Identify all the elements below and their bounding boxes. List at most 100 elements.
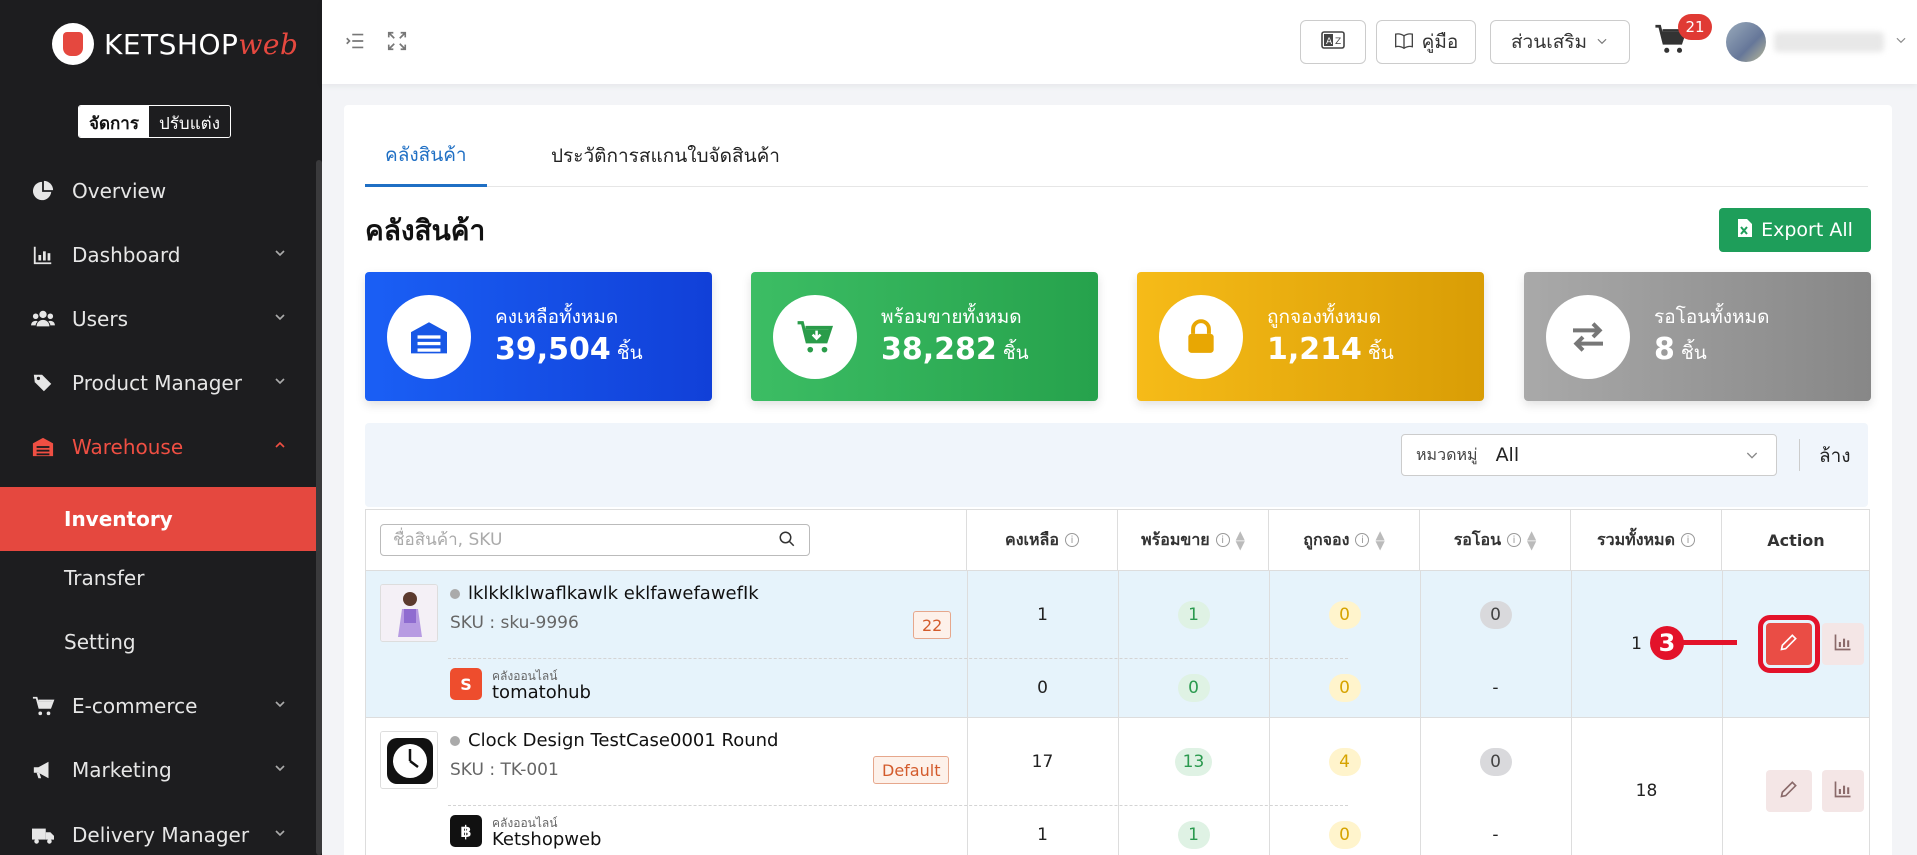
warehouse-icon: [30, 434, 56, 460]
product-name[interactable]: lklkklklwaflkawlk eklfawefawefIk: [450, 583, 759, 604]
sidebar-scrollbar[interactable]: [316, 160, 322, 855]
mode-customize-button[interactable]: ปรับแต่ง: [148, 106, 230, 137]
fullscreen-icon[interactable]: [386, 30, 410, 54]
cart-count-badge: 21: [1678, 14, 1712, 40]
username-blurred[interactable]: [1774, 32, 1884, 52]
collapse-menu-icon[interactable]: [344, 30, 368, 54]
column-header-action: Action: [1722, 510, 1870, 570]
sidebar-subitem-transfer[interactable]: Transfer: [0, 546, 316, 610]
info-icon[interactable]: i: [1064, 533, 1079, 547]
stat-label: พร้อมขายทั้งหมด: [881, 306, 1022, 328]
sidebar-item-ecommerce[interactable]: E-commerce: [0, 674, 316, 738]
pie-chart-icon: [30, 178, 56, 204]
chevron-down-icon: [272, 245, 290, 263]
stat-label: ถูกจองทั้งหมด: [1267, 306, 1382, 328]
inventory-table: คงเหลือi พร้อมขายi▲▼ ถูกจองi▲▼ รอโอนi▲▼ …: [365, 509, 1870, 855]
product-thumbnail[interactable]: [380, 584, 438, 642]
sidebar-item-label: Product Manager: [72, 371, 242, 395]
chevron-down-icon: [272, 760, 290, 778]
truck-icon: [30, 822, 56, 848]
column-header-reserved[interactable]: ถูกจอง i ▲ ▼: [1269, 510, 1420, 570]
translate-icon: AZ: [1321, 30, 1345, 54]
bar-chart-icon: [1833, 632, 1853, 656]
tag-icon: [30, 370, 56, 396]
cell-ready: 1: [1177, 600, 1210, 629]
cell-reserved: 0: [1328, 600, 1361, 629]
tab-bar: คลังสินค้า ประวัติการสแกนใบจัดสินค้า: [365, 125, 1868, 187]
divider: [1118, 570, 1119, 855]
page-title: คลังสินค้า: [365, 214, 486, 247]
mode-manage-button[interactable]: จัดการ: [79, 106, 149, 137]
stats-button[interactable]: [1822, 770, 1864, 812]
info-icon[interactable]: i: [1680, 533, 1695, 547]
sort-icon[interactable]: ▲ ▼: [1236, 529, 1245, 551]
pencil-icon: [1779, 779, 1799, 803]
product-thumbnail[interactable]: [380, 731, 438, 789]
cell-ready: 0: [1177, 673, 1210, 702]
column-label: Action: [1767, 530, 1825, 550]
chevron-down-icon: [272, 373, 290, 391]
sidebar-item-product-manager[interactable]: Product Manager: [0, 351, 316, 415]
clear-filter-button[interactable]: ล้าง: [1819, 441, 1851, 471]
stat-value: 38,282: [881, 332, 997, 367]
sidebar-item-overview[interactable]: Overview: [0, 159, 316, 223]
users-icon: [30, 306, 56, 332]
stat-value: 39,504: [495, 332, 611, 367]
inventory-card: คลังสินค้า ประวัติการสแกนใบจัดสินค้า คลั…: [344, 105, 1892, 855]
sidebar-item-marketing[interactable]: Marketing: [0, 738, 316, 802]
cell-reserved: 0: [1328, 820, 1361, 849]
language-button[interactable]: AZ: [1300, 20, 1366, 64]
search-icon[interactable]: [778, 530, 798, 550]
sidebar-item-label: Delivery Manager: [72, 823, 250, 847]
edit-button[interactable]: [1758, 615, 1820, 673]
category-value: All: [1495, 444, 1520, 466]
stat-unit: ชิ้น: [1680, 342, 1707, 364]
column-label: รวมทั้งหมด: [1597, 529, 1675, 549]
product-name[interactable]: Clock Design TestCase0001 Round: [450, 730, 778, 751]
chevron-down-icon: [272, 825, 290, 843]
cell-ready: 1: [1177, 820, 1210, 849]
stat-card-pending-transfer: รอโอนทั้งหมด 8 ชิ้น: [1524, 272, 1871, 401]
chevron-down-icon[interactable]: [1894, 32, 1912, 50]
sidebar-subitem-setting[interactable]: Setting: [0, 610, 316, 674]
category-label: หมวดหมู่: [1416, 444, 1478, 464]
sidebar-item-warehouse[interactable]: Warehouse: [0, 415, 316, 479]
cell-ready: 13: [1174, 747, 1213, 776]
sidebar-item-dashboard[interactable]: Dashboard: [0, 223, 316, 287]
column-header-pending-transfer[interactable]: รอโอน i ▲ ▼: [1420, 510, 1571, 570]
column-header-total[interactable]: รวมทั้งหมด i: [1571, 510, 1722, 570]
info-icon[interactable]: i: [1507, 533, 1522, 547]
stats-button[interactable]: [1822, 623, 1864, 665]
search-input[interactable]: [380, 524, 810, 556]
export-all-label: Export All: [1761, 219, 1853, 241]
sidebar-item-users[interactable]: Users: [0, 287, 316, 351]
avatar[interactable]: [1726, 22, 1766, 62]
step-annotation-marker: 3: [1650, 626, 1684, 660]
sidebar-subitem-inventory[interactable]: Inventory: [0, 487, 316, 551]
tab-scan-history[interactable]: ประวัติการสแกนใบจัดสินค้า: [551, 125, 780, 187]
channel-name: Ketshopweb: [492, 829, 602, 850]
sidebar-item-label: Users: [72, 307, 129, 331]
sidebar-item-delivery-manager[interactable]: Delivery Manager: [0, 803, 316, 855]
column-header-remaining[interactable]: คงเหลือ i: [967, 510, 1118, 570]
column-header-ready[interactable]: พร้อมขาย i ▲ ▼: [1118, 510, 1269, 570]
stat-card-reserved: ถูกจองทั้งหมด 1,214 ชิ้น: [1137, 272, 1484, 401]
tab-inventory[interactable]: คลังสินค้า: [365, 125, 487, 187]
product-sku: SKU : sku-9996: [450, 613, 579, 633]
cell-pending-transfer: -: [1492, 677, 1499, 698]
column-label: ถูกจอง: [1303, 529, 1350, 549]
info-icon[interactable]: i: [1215, 533, 1230, 547]
logo-icon: [52, 23, 94, 65]
addons-dropdown[interactable]: ส่วนเสริม: [1490, 20, 1630, 64]
svg-text:A: A: [1326, 37, 1333, 47]
info-icon[interactable]: i: [1355, 533, 1370, 547]
column-label: คงเหลือ: [1005, 529, 1059, 549]
sort-icon[interactable]: ▲ ▼: [1527, 529, 1536, 551]
category-select[interactable]: หมวดหมู่ All: [1401, 434, 1777, 476]
sort-icon[interactable]: ▲ ▼: [1375, 529, 1384, 551]
stat-card-remaining: คงเหลือทั้งหมด 39,504 ชิ้น: [365, 272, 712, 401]
brand-logo[interactable]: KETSHOPweb: [52, 20, 298, 68]
edit-button[interactable]: [1766, 770, 1812, 812]
export-all-button[interactable]: Export All: [1719, 208, 1871, 252]
manual-button[interactable]: คู่มือ: [1376, 20, 1476, 64]
